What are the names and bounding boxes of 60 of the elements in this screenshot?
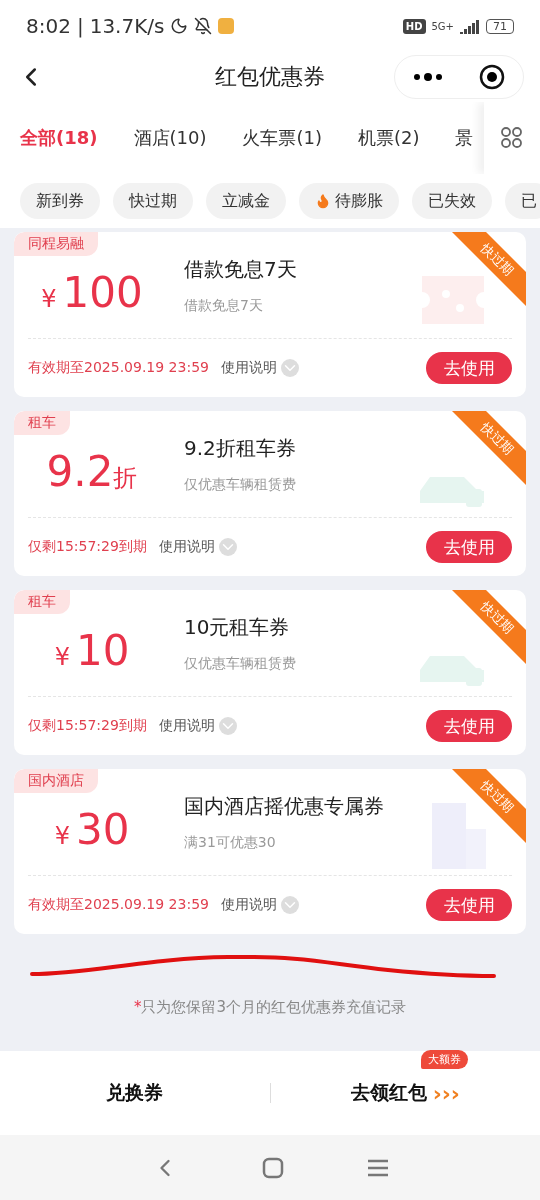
coupon-amount: ¥30 (53, 804, 131, 854)
filter-chip[interactable]: 快过期 (113, 183, 193, 219)
usage-link[interactable]: 使用说明 (158, 538, 215, 556)
redeem-coupon-link[interactable]: 兑换券 (106, 1080, 164, 1106)
network-speed: 13.7K/s (89, 14, 165, 38)
hd-badge: HD (402, 18, 426, 34)
claim-packet-link[interactable]: 去领红包 (350, 1080, 427, 1106)
category-tab[interactable]: 火车票(1) (242, 126, 322, 150)
grid-icon[interactable] (501, 127, 523, 149)
coupon-tag: 租车 (14, 590, 70, 614)
menu-icon[interactable] (366, 1157, 389, 1178)
moon-icon (170, 17, 189, 35)
expiry-text: 仅剩15:57:29到期 (28, 538, 147, 556)
filter-chip[interactable]: 已失效 (412, 183, 492, 219)
coupon-description: 仅优惠车辆租赁费 (184, 654, 296, 673)
category-tab[interactable]: 酒店(10) (133, 126, 207, 150)
expiry-text: 仅剩15:57:29到期 (28, 717, 147, 735)
coupon-amount: 9.2折 (45, 446, 139, 496)
use-button[interactable]: 去使用 (426, 889, 512, 921)
usage-link[interactable]: 使用说明 (220, 896, 277, 914)
battery-level: 71 (486, 18, 514, 34)
filter-chip[interactable]: 新到券 (20, 183, 100, 219)
coupon-description: 仅优惠车辆租赁费 (184, 475, 296, 494)
coupon-title: 10元租车券 (184, 613, 291, 641)
page-title: 红包优惠券 (215, 63, 325, 91)
use-button[interactable]: 去使用 (426, 531, 512, 563)
target-icon[interactable] (479, 64, 505, 90)
coupon-tag: 同程易融 (14, 232, 98, 256)
coupon-title: 9.2折租车券 (184, 434, 296, 462)
filter-chip[interactable]: 已 (505, 183, 540, 219)
use-button[interactable]: 去使用 (426, 352, 512, 384)
home-icon[interactable] (262, 1156, 284, 1179)
coupon-title: 借款免息7天 (184, 255, 297, 283)
coupon-description: 借款免息7天 (184, 296, 264, 315)
category-tab[interactable]: 景 (455, 126, 474, 150)
usage-link[interactable]: 使用说明 (220, 359, 277, 377)
coupon-tag: 国内酒店 (14, 769, 98, 793)
status-separator: | (76, 14, 84, 38)
coupon-amount: ¥10 (53, 625, 131, 675)
bell-off-icon (194, 17, 213, 35)
usage-link[interactable]: 使用说明 (158, 717, 215, 735)
coupon-amount: ¥100 (40, 267, 144, 317)
category-tab[interactable]: 机票(2) (357, 126, 420, 150)
retention-note: *只为您保留3个月的红包优惠券充值记录 (132, 998, 407, 1017)
signal-icon (460, 18, 480, 34)
network-type: 5G+ (431, 20, 454, 32)
filter-chip[interactable]: 待膨胀 (299, 183, 399, 219)
coupon-tag: 租车 (14, 411, 70, 435)
status-time: 8:02 (26, 14, 71, 38)
coupon-description: 满31可优惠30 (184, 833, 277, 852)
arrows-icon: ››› (432, 1080, 460, 1106)
expiry-text: 有效期至2025.09.19 23:59 (28, 896, 209, 914)
coupon-title: 国内酒店摇优惠专属券 (184, 792, 384, 820)
more-icon[interactable] (413, 73, 443, 81)
filter-chip[interactable]: 立减金 (206, 183, 286, 219)
notification-icon (218, 18, 235, 34)
expiry-text: 有效期至2025.09.19 23:59 (28, 359, 209, 377)
category-tab[interactable]: 全部(18) (20, 126, 98, 150)
use-button[interactable]: 去使用 (426, 710, 512, 742)
promo-badge: 大额券 (420, 1050, 468, 1069)
